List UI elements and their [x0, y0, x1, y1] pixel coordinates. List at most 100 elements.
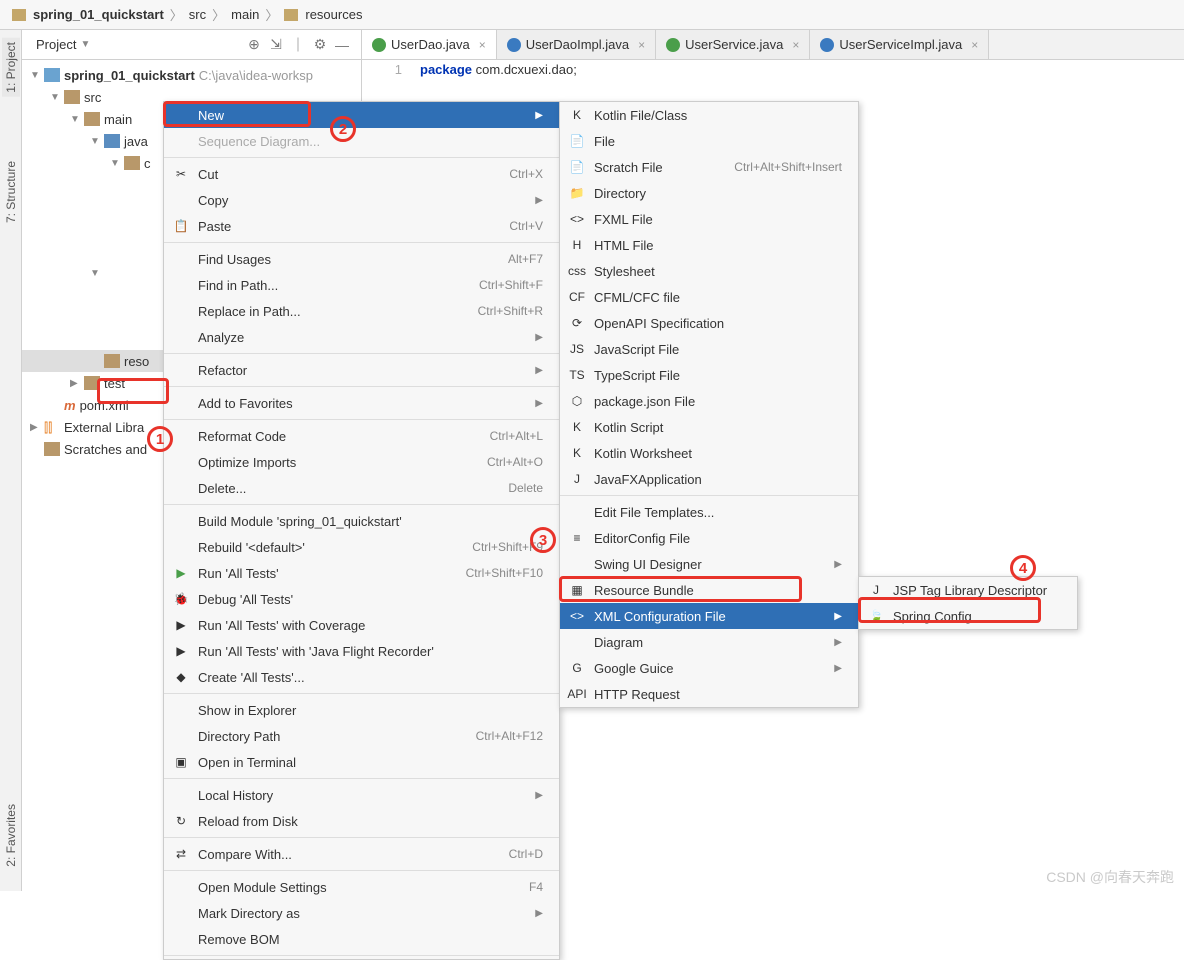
menu-item[interactable]: New▶: [164, 102, 559, 128]
menu-label: XML Configuration File: [594, 609, 826, 624]
menu-item[interactable]: ◆Create 'All Tests'...: [164, 664, 559, 690]
menu-item[interactable]: Add to Favorites▶: [164, 390, 559, 416]
menu-item[interactable]: Copy▶: [164, 187, 559, 213]
menu-item[interactable]: KKotlin File/Class: [560, 102, 858, 128]
menu-icon: [172, 395, 190, 411]
menu-item[interactable]: CFCFML/CFC file: [560, 284, 858, 310]
menu-item[interactable]: 📁Directory: [560, 180, 858, 206]
tree-root[interactable]: ▼spring_01_quickstartC:\java\idea-worksp: [22, 64, 361, 86]
menu-item[interactable]: JJSP Tag Library Descriptor: [859, 577, 1077, 603]
menu-item[interactable]: Analyze▶: [164, 324, 559, 350]
menu-item[interactable]: Remove BOM: [164, 926, 559, 952]
close-icon[interactable]: ×: [792, 38, 799, 52]
menu-item[interactable]: HHTML File: [560, 232, 858, 258]
menu-item[interactable]: 🐞Debug 'All Tests': [164, 586, 559, 612]
menu-item[interactable]: Reformat CodeCtrl+Alt+L: [164, 423, 559, 449]
menu-item[interactable]: ▦Resource Bundle: [560, 577, 858, 603]
menu-item[interactable]: <>FXML File: [560, 206, 858, 232]
menu-label: Show in Explorer: [198, 703, 543, 718]
menu-item[interactable]: Replace in Path...Ctrl+Shift+R: [164, 298, 559, 324]
minimize-icon[interactable]: —: [333, 36, 351, 54]
menu-item[interactable]: TSTypeScript File: [560, 362, 858, 388]
menu-label: Find Usages: [198, 252, 470, 267]
menu-item[interactable]: ▶Run 'All Tests'Ctrl+Shift+F10: [164, 560, 559, 586]
menu-item[interactable]: ⟳OpenAPI Specification: [560, 310, 858, 336]
menu-item[interactable]: Mark Directory as▶: [164, 900, 559, 926]
menu-label: Sequence Diagram...: [198, 134, 543, 149]
menu-item[interactable]: cssStylesheet: [560, 258, 858, 284]
class-icon: [820, 38, 834, 52]
menu-item[interactable]: Refactor▶: [164, 357, 559, 383]
menu-item[interactable]: APIHTTP Request: [560, 681, 858, 707]
menu-item[interactable]: Build Module 'spring_01_quickstart': [164, 508, 559, 534]
breadcrumb-src[interactable]: src: [189, 7, 206, 22]
menu-item[interactable]: Optimize ImportsCtrl+Alt+O: [164, 449, 559, 475]
breadcrumb-project[interactable]: spring_01_quickstart: [33, 7, 164, 22]
menu-icon: [172, 362, 190, 378]
menu-item[interactable]: 📋PasteCtrl+V: [164, 213, 559, 239]
menu-label: FXML File: [594, 212, 842, 227]
menu-item[interactable]: Delete...Delete: [164, 475, 559, 501]
menu-item[interactable]: Rebuild '<default>'Ctrl+Shift+F9: [164, 534, 559, 560]
expand-icon[interactable]: ⇲: [267, 36, 285, 54]
menu-item[interactable]: Directory PathCtrl+Alt+F12: [164, 723, 559, 749]
menu-label: Run 'All Tests': [198, 566, 428, 581]
locate-icon[interactable]: ⊕: [245, 36, 263, 54]
menu-item[interactable]: 📄Scratch FileCtrl+Alt+Shift+Insert: [560, 154, 858, 180]
menu-item[interactable]: ↻Reload from Disk: [164, 808, 559, 834]
breadcrumb-resources[interactable]: resources: [305, 7, 362, 22]
collapse-icon[interactable]: ｜: [289, 36, 307, 54]
menu-label: Directory: [594, 186, 842, 201]
menu-item[interactable]: ▶Run 'All Tests' with 'Java Flight Recor…: [164, 638, 559, 664]
menu-item[interactable]: Sequence Diagram...: [164, 128, 559, 154]
menu-item[interactable]: KKotlin Worksheet: [560, 440, 858, 466]
menu-icon: [172, 728, 190, 744]
menu-item[interactable]: GGoogle Guice▶: [560, 655, 858, 681]
menu-item[interactable]: Local History▶: [164, 782, 559, 808]
menu-item[interactable]: ⇄Compare With...Ctrl+D: [164, 841, 559, 867]
xml-submenu: JJSP Tag Library Descriptor🍃Spring Confi…: [858, 576, 1078, 630]
menu-icon: [172, 454, 190, 470]
tab-userdaoimpl[interactable]: UserDaoImpl.java×: [497, 30, 656, 59]
tab-userserviceimpl[interactable]: UserServiceImpl.java×: [810, 30, 989, 59]
menu-item[interactable]: Swing UI Designer▶: [560, 551, 858, 577]
menu-item[interactable]: ≡EditorConfig File: [560, 525, 858, 551]
tab-userservice[interactable]: UserService.java×: [656, 30, 810, 59]
menu-item[interactable]: <>XML Configuration File▶: [560, 603, 858, 629]
menu-label: Copy: [198, 193, 527, 208]
close-icon[interactable]: ×: [638, 38, 645, 52]
menu-item[interactable]: ▣Open in Terminal: [164, 749, 559, 775]
menu-item[interactable]: Open Module SettingsF4: [164, 874, 559, 900]
menu-item[interactable]: 🍃Spring Config: [859, 603, 1077, 629]
close-icon[interactable]: ×: [479, 38, 486, 52]
menu-item[interactable]: Diagram▶: [560, 629, 858, 655]
menu-icon: ≡: [568, 530, 586, 546]
tab-project[interactable]: 1: Project: [2, 38, 20, 97]
menu-icon: CF: [568, 289, 586, 305]
menu-item[interactable]: ⬡package.json File: [560, 388, 858, 414]
gear-icon[interactable]: ⚙: [311, 36, 329, 54]
menu-item[interactable]: KKotlin Script: [560, 414, 858, 440]
menu-icon: [172, 192, 190, 208]
menu-label: Analyze: [198, 330, 527, 345]
menu-item[interactable]: Edit File Templates...: [560, 499, 858, 525]
tab-favorites[interactable]: 2: Favorites: [2, 800, 20, 871]
menu-icon: ⇄: [172, 846, 190, 862]
menu-label: Google Guice: [594, 661, 826, 676]
menu-item[interactable]: Find in Path...Ctrl+Shift+F: [164, 272, 559, 298]
menu-item[interactable]: 📄File: [560, 128, 858, 154]
menu-item[interactable]: JSJavaScript File: [560, 336, 858, 362]
tab-userdao[interactable]: UserDao.java×: [362, 30, 497, 59]
menu-item[interactable]: Show in Explorer: [164, 697, 559, 723]
close-icon[interactable]: ×: [971, 38, 978, 52]
menu-label: Reformat Code: [198, 429, 452, 444]
tab-structure[interactable]: 7: Structure: [2, 157, 20, 227]
context-menu: New▶ Sequence Diagram... ✂CutCtrl+XCopy▶📋P…: [163, 101, 560, 960]
menu-label: JSP Tag Library Descriptor: [893, 583, 1061, 598]
menu-icon: [172, 513, 190, 529]
menu-item[interactable]: Find UsagesAlt+F7: [164, 246, 559, 272]
menu-item[interactable]: ✂CutCtrl+X: [164, 161, 559, 187]
breadcrumb-main[interactable]: main: [231, 7, 259, 22]
menu-item[interactable]: ▶Run 'All Tests' with Coverage: [164, 612, 559, 638]
menu-item[interactable]: JJavaFXApplication: [560, 466, 858, 492]
